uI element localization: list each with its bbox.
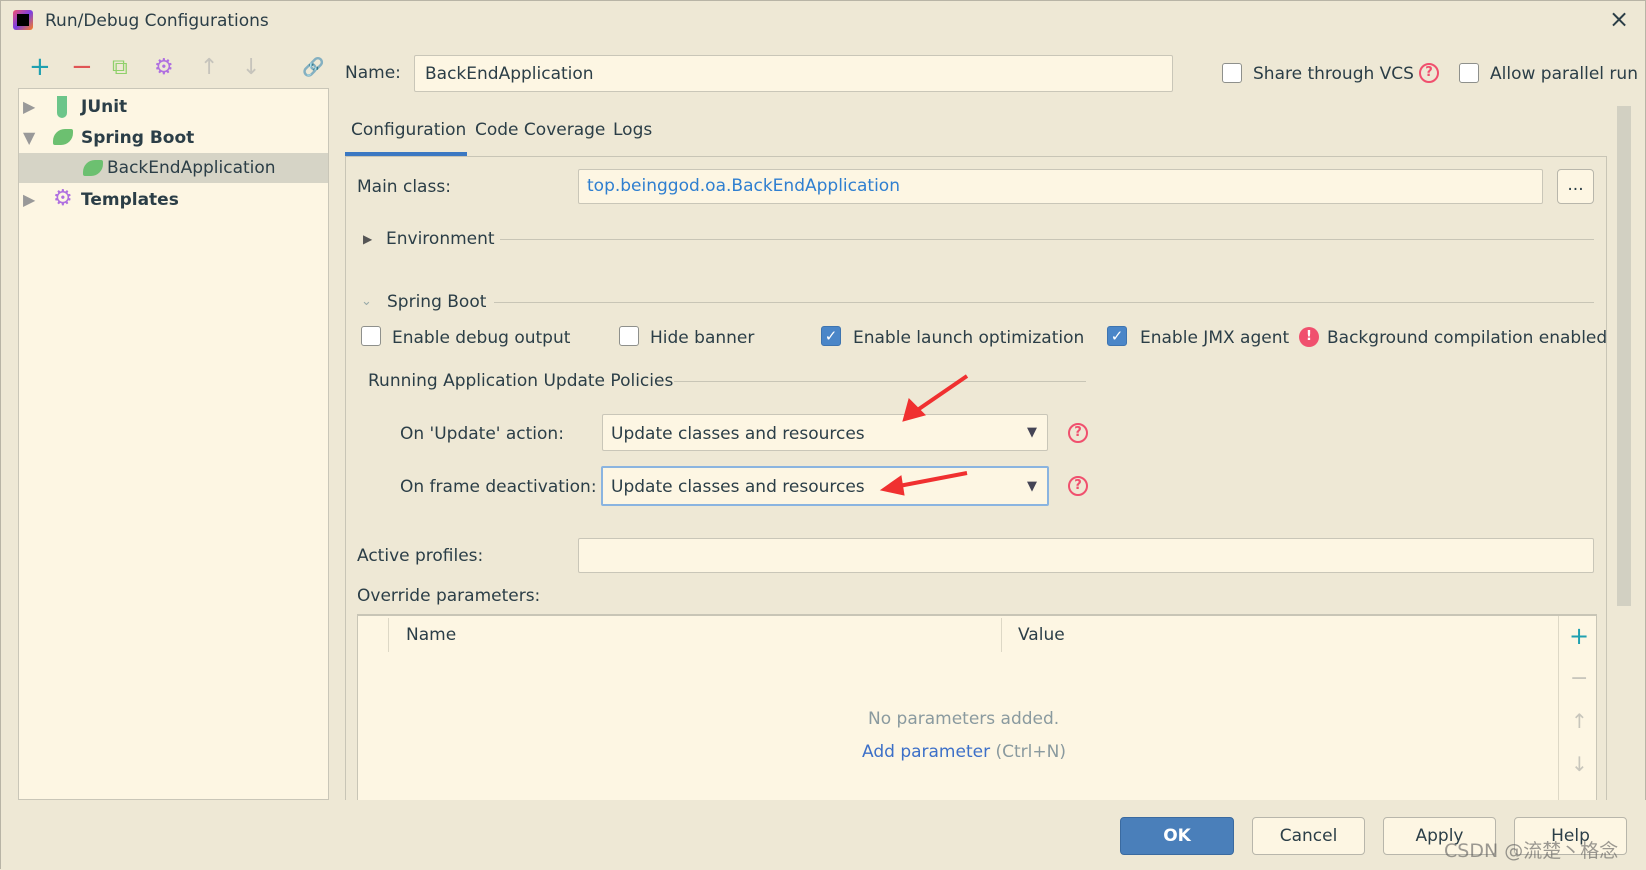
table-toolbar xyxy=(1558,616,1559,804)
ok-button[interactable]: OK xyxy=(1120,817,1234,855)
add-parameter-link[interactable]: Add parameter xyxy=(862,742,990,762)
add-parameter-link-row: Add parameter (Ctrl+N) xyxy=(862,742,1066,762)
column-divider xyxy=(1001,618,1002,652)
watermark: CSDN @流楚丶格念 xyxy=(1444,840,1619,862)
remove-parameter-button[interactable]: − xyxy=(1570,668,1588,690)
move-up-button[interactable]: ↑ xyxy=(1571,711,1588,731)
column-header-name[interactable]: Name xyxy=(406,625,456,645)
column-divider xyxy=(388,618,389,652)
active-profiles-label: Active profiles: xyxy=(357,546,484,566)
add-parameter-button[interactable]: + xyxy=(1569,624,1589,648)
column-header-value[interactable]: Value xyxy=(1018,625,1065,645)
empty-message: No parameters added. xyxy=(868,709,1060,729)
move-down-button[interactable]: ↓ xyxy=(1571,754,1588,774)
annotation-arrow xyxy=(879,471,968,496)
cancel-button[interactable]: Cancel xyxy=(1252,817,1365,855)
override-parameters-table: Name Value No parameters added. Add para… xyxy=(357,614,1597,804)
active-profiles-input[interactable] xyxy=(578,538,1594,573)
annotation-arrow xyxy=(902,374,969,422)
override-parameters-label: Override parameters: xyxy=(357,586,541,606)
shortcut-hint: (Ctrl+N) xyxy=(995,742,1066,762)
